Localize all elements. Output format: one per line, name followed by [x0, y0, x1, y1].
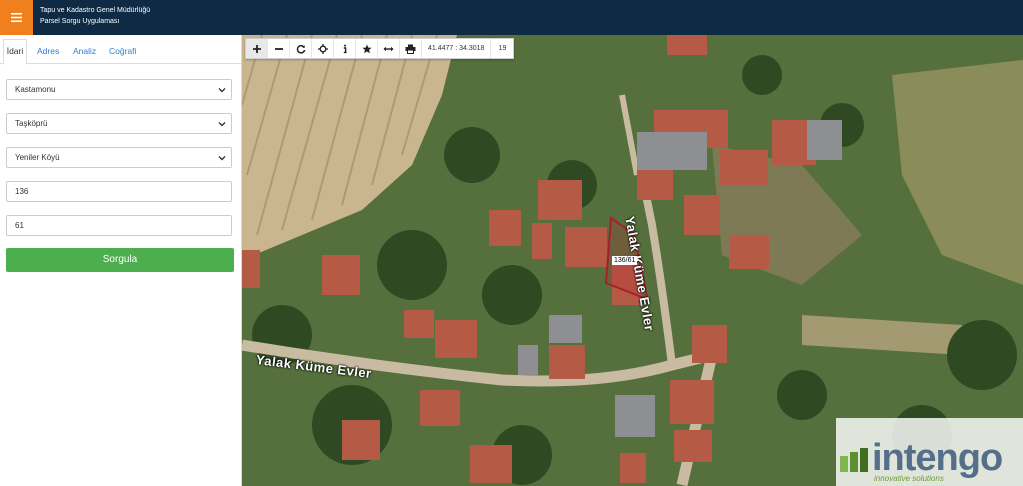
locate-icon — [317, 43, 328, 54]
menu-button[interactable] — [0, 0, 33, 35]
map-toolbar: 41.4477 : 34.3018 19 — [245, 38, 515, 59]
block-value: 136 — [15, 187, 29, 196]
top-bar: Tapu ve Kadastro Genel Müdürlüğü Parsel … — [0, 0, 1023, 35]
sidebar: İdari Adres Analiz Coğrafi Kastamonu Taş… — [0, 35, 242, 486]
favorite-button[interactable] — [356, 39, 378, 58]
star-icon — [361, 44, 372, 53]
refresh-icon — [296, 44, 305, 54]
neighborhood-value: Yeniler Köyü — [15, 153, 60, 162]
info-icon — [343, 44, 347, 53]
intengo-logo: intengo innovative solutions — [836, 418, 1023, 486]
logo-tagline: innovative solutions — [874, 474, 944, 483]
logo-name: intengo — [872, 437, 1003, 479]
zoom-level-readout: 19 — [498, 45, 507, 52]
neighborhood-select[interactable]: Yeniler Köyü — [6, 147, 232, 168]
locate-button[interactable] — [312, 39, 334, 58]
zoom-in-icon — [252, 44, 261, 53]
print-icon — [405, 44, 416, 54]
chevron-down-icon — [218, 156, 226, 161]
zoom-out-button[interactable] — [268, 39, 290, 58]
chevron-down-icon — [218, 88, 226, 93]
tab-cografi[interactable]: Coğrafi — [109, 40, 136, 63]
zoom-in-button[interactable] — [246, 39, 268, 58]
info-button[interactable] — [334, 39, 356, 58]
parcel-label: 136/61 — [612, 256, 638, 265]
parcel-value: 61 — [15, 221, 24, 230]
parcel-input[interactable]: 61 — [6, 215, 232, 236]
logo-mark-icon — [840, 448, 868, 472]
tab-idari[interactable]: İdari — [3, 39, 27, 65]
hamburger-icon — [11, 13, 22, 22]
block-input[interactable]: 136 — [6, 181, 232, 202]
province-select[interactable]: Kastamonu — [6, 79, 232, 100]
app-title: Tapu ve Kadastro Genel Müdürlüğü Parsel … — [40, 5, 150, 27]
tab-analiz[interactable]: Analiz — [73, 40, 96, 63]
chevron-down-icon — [218, 122, 226, 127]
app-title-line1: Tapu ve Kadastro Genel Müdürlüğü — [40, 7, 151, 14]
zoom-out-icon — [274, 47, 283, 50]
measure-button[interactable] — [378, 39, 400, 58]
tab-adres[interactable]: Adres — [37, 40, 59, 63]
query-button[interactable]: Sorgula — [6, 248, 234, 272]
district-value: Taşköprü — [15, 119, 48, 128]
measure-icon — [383, 46, 394, 51]
province-value: Kastamonu — [15, 85, 56, 94]
app-title-line2: Parsel Sorgu Uygulaması — [40, 18, 120, 25]
district-select[interactable]: Taşköprü — [6, 113, 232, 134]
refresh-button[interactable] — [290, 39, 312, 58]
coordinates-readout: 41.4477 : 34.3018 — [422, 39, 492, 58]
map-view[interactable]: Yalak Küme Evler Yalak Küme Evler 136/61… — [242, 35, 1023, 486]
print-button[interactable] — [400, 39, 422, 58]
tab-bar: İdari Adres Analiz Coğrafi — [0, 35, 241, 65]
